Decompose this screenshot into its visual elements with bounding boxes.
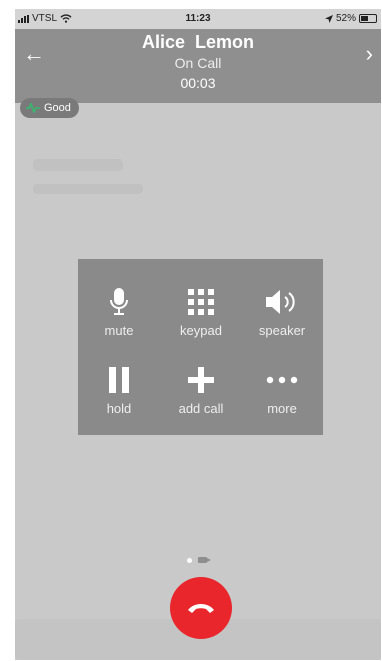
speaker-button[interactable]: speaker [241, 271, 323, 341]
call-quality-label: Good [44, 102, 71, 114]
video-camera-icon [198, 557, 211, 563]
add-call-label: add call [178, 401, 224, 416]
more-button[interactable]: more [241, 349, 323, 419]
status-bar-right: 52% [324, 13, 377, 24]
phone-screen: VTSL 11:23 52% ← Alice Lemon On Call 00:… [15, 9, 381, 660]
speaker-icon [266, 290, 295, 314]
mute-label: mute [104, 323, 134, 338]
call-controls-panel: mute keypad speaker hold add call more [78, 259, 323, 435]
plus-icon [188, 367, 214, 393]
mute-button[interactable]: mute [78, 271, 160, 341]
page-dot [187, 557, 192, 563]
caller-name: Alice Lemon [141, 32, 255, 52]
hang-up-icon [188, 604, 214, 613]
speaker-label: speaker [258, 323, 306, 338]
battery-percent: 52% [335, 13, 356, 24]
call-status: On Call [174, 55, 222, 71]
keypad-icon [188, 289, 214, 315]
more-label: more [267, 401, 297, 416]
background-blur-block [33, 184, 143, 194]
add-call-button[interactable]: add call [160, 349, 242, 419]
call-header: ← Alice Lemon On Call 00:03 › [15, 29, 381, 103]
pulse-icon [26, 103, 40, 113]
status-bar: VTSL 11:23 52% [15, 9, 381, 29]
page-indicator[interactable] [187, 557, 211, 563]
background-blur-block [33, 159, 123, 171]
hold-button[interactable]: hold [78, 349, 160, 419]
hold-label: hold [106, 401, 132, 416]
pause-icon [109, 367, 129, 393]
chevron-right-icon[interactable]: › [366, 43, 373, 65]
call-timer: 00:03 [180, 75, 216, 91]
keypad-label: keypad [180, 323, 222, 338]
keypad-button[interactable]: keypad [160, 271, 242, 341]
more-icon [266, 376, 298, 384]
location-arrow-icon [324, 14, 333, 23]
call-quality-badge: Good [20, 98, 79, 118]
battery-icon [359, 14, 377, 23]
end-call-button[interactable] [170, 577, 232, 639]
microphone-icon [110, 288, 128, 315]
